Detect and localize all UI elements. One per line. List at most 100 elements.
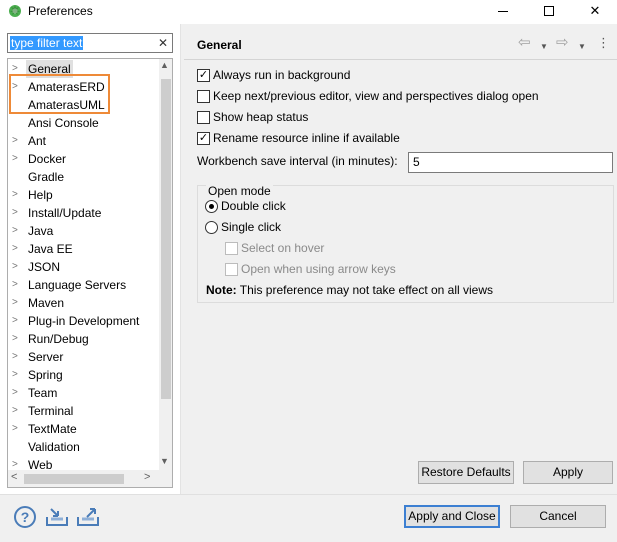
minimize-button[interactable] <box>480 0 526 22</box>
tree-item[interactable]: > Team <box>8 384 158 402</box>
tree-item-label: Plug-in Development <box>28 314 140 328</box>
tree-item[interactable]: > Help <box>8 186 158 204</box>
radio-button[interactable] <box>205 221 218 234</box>
import-icon[interactable] <box>45 507 69 527</box>
tree-item-label: Terminal <box>28 404 74 418</box>
expand-arrow-icon[interactable]: > <box>12 330 22 348</box>
expand-arrow-icon[interactable]: > <box>12 186 22 204</box>
preference-page: General ⇦ ▼ ⇨ ▼ ⋮ ✓ Always run in backgr… <box>184 24 617 494</box>
tree-item[interactable]: > Ant <box>8 132 158 150</box>
expand-arrow-icon[interactable]: > <box>12 312 22 330</box>
footer-bar: ? Apply and Close Cancel <box>0 495 617 542</box>
tree-item[interactable]: > Terminal <box>8 402 158 420</box>
close-window-button[interactable]: ✕ <box>572 0 617 22</box>
vertical-scroll-thumb[interactable] <box>161 79 171 399</box>
tree-item-label: Run/Debug <box>28 332 89 346</box>
forward-menu-chevron-icon[interactable]: ▼ <box>578 39 586 55</box>
open-mode-group: Open mode Double click Single click Sele… <box>197 184 614 303</box>
radio-label: Single click <box>221 220 282 234</box>
save-interval-input[interactable]: 5 <box>408 152 613 173</box>
tree-item-label: Server <box>28 350 64 364</box>
expand-arrow-icon[interactable]: > <box>12 402 22 420</box>
checkbox-box[interactable]: ✓ <box>197 69 210 82</box>
filter-input[interactable]: type filter text ✕ <box>7 33 173 53</box>
expand-arrow-icon[interactable]: > <box>12 348 22 366</box>
tree-item[interactable]: > Plug-in Development <box>8 312 158 330</box>
horizontal-scroll-thumb[interactable] <box>24 474 124 484</box>
tree-item[interactable]: Ansi Console <box>8 114 158 132</box>
tree-item[interactable]: > Java EE <box>8 240 158 258</box>
expand-arrow-icon[interactable]: > <box>12 240 22 258</box>
maximize-button[interactable] <box>526 0 572 22</box>
restore-defaults-button[interactable]: Restore Defaults <box>418 461 514 484</box>
expand-arrow-icon[interactable]: > <box>12 258 22 276</box>
checkbox-box <box>225 263 238 276</box>
help-icon[interactable]: ? <box>14 506 36 528</box>
save-interval-label: Workbench save interval (in minutes): <box>197 154 398 168</box>
forward-arrow-icon[interactable]: ⇨ <box>556 35 569 51</box>
checkbox-label: Select on hover <box>241 241 325 255</box>
checkbox-box[interactable]: ✓ <box>197 132 210 145</box>
expand-arrow-icon[interactable]: > <box>12 276 22 294</box>
scroll-up-icon[interactable]: ▲ <box>160 60 169 70</box>
vertical-scrollbar[interactable]: ▲ ▼ <box>159 59 172 470</box>
checkbox-box[interactable] <box>197 111 210 124</box>
page-title: General <box>197 38 242 52</box>
apply-and-close-button[interactable]: Apply and Close <box>404 505 500 528</box>
scroll-corner <box>159 470 172 487</box>
title-bar: Preferences ✕ <box>0 0 617 22</box>
note-body: This preference may not take effect on a… <box>236 283 494 297</box>
back-arrow-icon[interactable]: ⇦ <box>518 35 531 51</box>
tree-item[interactable]: > JSON <box>8 258 158 276</box>
tree-item[interactable]: > Run/Debug <box>8 330 158 348</box>
tree-item[interactable]: > Server <box>8 348 158 366</box>
scroll-right-icon[interactable]: > <box>144 471 150 483</box>
clear-filter-icon[interactable]: ✕ <box>158 36 168 50</box>
expand-arrow-icon[interactable]: > <box>12 420 22 438</box>
scroll-down-icon[interactable]: ▼ <box>160 456 169 466</box>
checkbox-label: Show heap status <box>213 110 309 124</box>
tree-item[interactable]: > Language Servers <box>8 276 158 294</box>
title-separator <box>184 59 617 60</box>
tree-item[interactable]: > Spring <box>8 366 158 384</box>
tree-item[interactable]: > Install/Update <box>8 204 158 222</box>
expand-arrow-icon[interactable]: > <box>12 204 22 222</box>
kebab-menu-icon[interactable]: ⋮ <box>597 35 610 51</box>
tree-item[interactable]: > Docker <box>8 150 158 168</box>
tree-item[interactable]: Gradle <box>8 168 158 186</box>
expand-arrow-icon[interactable]: > <box>12 366 22 384</box>
open-mode-label: Open mode <box>206 184 273 198</box>
tree-item-label: Install/Update <box>28 206 102 220</box>
back-menu-chevron-icon[interactable]: ▼ <box>540 39 548 55</box>
note-bold: Note: <box>206 283 237 297</box>
maximize-icon <box>544 6 554 16</box>
tree-item-label: Maven <box>28 296 65 310</box>
scroll-left-icon[interactable]: < <box>11 471 17 483</box>
highlight-box <box>9 74 110 114</box>
tree-item[interactable]: Validation <box>8 438 158 456</box>
tree-item-label: Java <box>28 224 54 238</box>
tree-item-label: Java EE <box>28 242 73 256</box>
checkbox-box <box>225 242 238 255</box>
checkbox-label: Rename resource inline if available <box>213 131 400 145</box>
tree-item-label: TextMate <box>28 422 77 436</box>
tree-item[interactable]: > Maven <box>8 294 158 312</box>
expand-arrow-icon[interactable]: > <box>12 222 22 240</box>
tree-item[interactable]: > Java <box>8 222 158 240</box>
tree-item-label: Ant <box>28 134 47 148</box>
apply-button[interactable]: Apply <box>523 461 613 484</box>
checkbox-label: Always run in background <box>213 68 351 82</box>
export-icon[interactable] <box>76 507 100 527</box>
tree-item-label: Gradle <box>28 170 65 184</box>
expand-arrow-icon[interactable]: > <box>12 384 22 402</box>
cancel-button[interactable]: Cancel <box>510 505 606 528</box>
checkbox-box[interactable] <box>197 90 210 103</box>
expand-arrow-icon[interactable]: > <box>12 132 22 150</box>
tree-item[interactable]: > TextMate <box>8 420 158 438</box>
preferences-tree[interactable]: > General > AmaterasERD AmaterasUML Ansi Cons… <box>7 58 173 488</box>
expand-arrow-icon[interactable]: > <box>12 294 22 312</box>
expand-arrow-icon[interactable]: > <box>12 150 22 168</box>
tree-item-label: Ansi Console <box>28 116 99 130</box>
horizontal-scrollbar[interactable]: < > <box>8 470 159 487</box>
radio-button[interactable] <box>205 200 218 213</box>
